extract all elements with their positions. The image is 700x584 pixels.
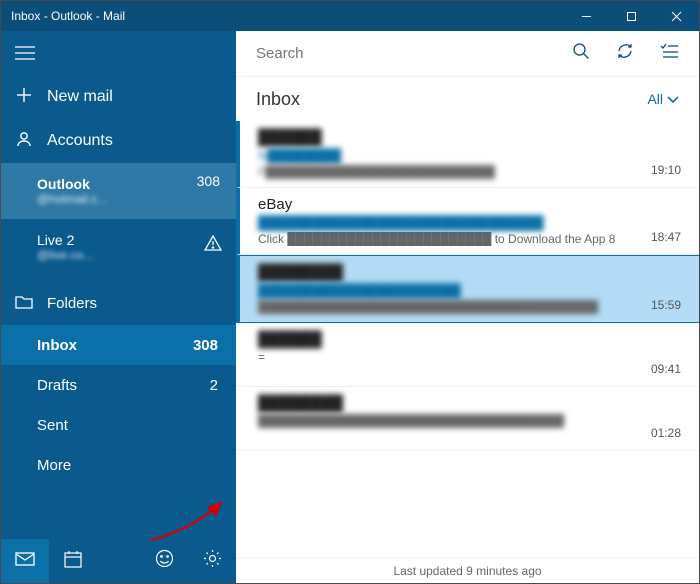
search-button[interactable] <box>561 34 601 74</box>
message-item[interactable]: ██████ = 09:41 <box>236 323 699 387</box>
account-item-live2[interactable]: Live 2 @live.co... <box>1 219 236 275</box>
message-subject: N████████ <box>258 148 681 163</box>
message-preview: ████████████████████████████████████ <box>258 414 681 428</box>
new-mail-label: New mail <box>47 88 113 106</box>
message-item[interactable]: ████████ ███████████████████████████████… <box>236 387 699 451</box>
folders-header[interactable]: Folders <box>1 281 236 325</box>
message-time: 18:47 <box>651 230 681 244</box>
gear-icon <box>203 549 222 573</box>
message-subject: ███████████████████████████████ <box>258 215 681 230</box>
mail-app-button[interactable] <box>1 539 49 583</box>
new-mail-button[interactable]: New mail <box>1 75 236 119</box>
calendar-icon <box>64 550 82 573</box>
sidebar: New mail Accounts Outlook @hotmail.c... … <box>1 31 236 583</box>
message-preview: = <box>258 350 681 364</box>
folder-more[interactable]: More <box>1 445 236 485</box>
refresh-icon <box>615 41 635 66</box>
status-text: Last updated 9 minutes ago <box>393 564 541 578</box>
folder-count: 308 <box>193 337 218 354</box>
plus-icon <box>15 86 33 109</box>
maximize-button[interactable] <box>609 1 654 31</box>
message-list[interactable]: ██████ N████████ F██████████████████████… <box>236 121 699 557</box>
window-title: Inbox - Outlook - Mail <box>11 9 564 23</box>
person-icon <box>15 130 33 153</box>
message-item[interactable]: ██████ N████████ F██████████████████████… <box>236 121 699 188</box>
account-email: @live.co... <box>37 248 216 262</box>
mail-icon <box>15 552 35 571</box>
alert-icon <box>204 235 222 254</box>
sidebar-bottom-bar <box>1 539 236 583</box>
filter-dropdown[interactable]: All <box>647 91 679 107</box>
search-bar <box>236 31 699 77</box>
search-input[interactable] <box>256 39 557 69</box>
accounts-label: Accounts <box>47 132 113 150</box>
folder-inbox[interactable]: Inbox 308 <box>1 325 236 365</box>
calendar-app-button[interactable] <box>49 539 97 583</box>
message-sender: ████████ <box>258 395 681 412</box>
message-time: 15:59 <box>651 298 681 312</box>
titlebar: Inbox - Outlook - Mail <box>1 1 699 31</box>
message-sender: eBay <box>258 196 681 213</box>
account-count: 308 <box>197 173 220 189</box>
account-name: Live 2 <box>37 232 216 248</box>
folder-label: Drafts <box>37 377 77 394</box>
message-sender: ██████ <box>258 129 681 146</box>
message-subject: ██████████████████████ <box>258 283 681 298</box>
folder-label: Inbox <box>37 337 77 354</box>
message-preview: Click ████████████████████████ to Downlo… <box>258 232 681 246</box>
message-sender: ████████ <box>258 264 681 281</box>
mail-app-window: Inbox - Outlook - Mail New mail <box>0 0 700 584</box>
smiley-icon <box>155 549 174 573</box>
feedback-button[interactable] <box>140 539 188 583</box>
message-sender: ██████ <box>258 331 681 348</box>
status-bar: Last updated 9 minutes ago <box>236 557 699 583</box>
folder-header: Inbox All <box>236 77 699 121</box>
message-time: 19:10 <box>651 163 681 177</box>
account-item-outlook[interactable]: Outlook @hotmail.c... 308 <box>1 163 236 219</box>
folder-count: 2 <box>210 377 218 394</box>
account-name: Outlook <box>37 176 216 192</box>
folder-label: Sent <box>37 417 68 434</box>
folder-sent[interactable]: Sent <box>1 405 236 445</box>
folder-title: Inbox <box>256 89 300 110</box>
message-item[interactable]: eBay ███████████████████████████████ Cli… <box>236 188 699 255</box>
folder-label: More <box>37 457 71 474</box>
message-time: 09:41 <box>651 362 681 376</box>
message-item[interactable]: ████████ ██████████████████████ ████████… <box>236 255 699 323</box>
select-mode-button[interactable] <box>649 34 689 74</box>
minimize-button[interactable] <box>564 1 609 31</box>
search-icon <box>572 42 590 65</box>
sync-button[interactable] <box>605 34 645 74</box>
hamburger-button[interactable] <box>1 31 49 75</box>
message-preview: F███████████████████████████ <box>258 165 681 179</box>
folders-label: Folders <box>47 295 97 312</box>
filter-label: All <box>647 91 663 107</box>
account-email: @hotmail.c... <box>37 192 216 206</box>
accounts-header[interactable]: Accounts <box>1 119 236 163</box>
settings-button[interactable] <box>188 539 236 583</box>
folder-drafts[interactable]: Drafts 2 <box>1 365 236 405</box>
message-time: 01:28 <box>651 426 681 440</box>
folder-icon <box>15 294 33 313</box>
close-button[interactable] <box>654 1 699 31</box>
chevron-down-icon <box>667 91 679 107</box>
message-preview: ████████████████████████████████████████ <box>258 300 681 314</box>
message-pane: Inbox All ██████ N████████ F████████████… <box>236 31 699 583</box>
checklist-icon <box>659 43 679 64</box>
